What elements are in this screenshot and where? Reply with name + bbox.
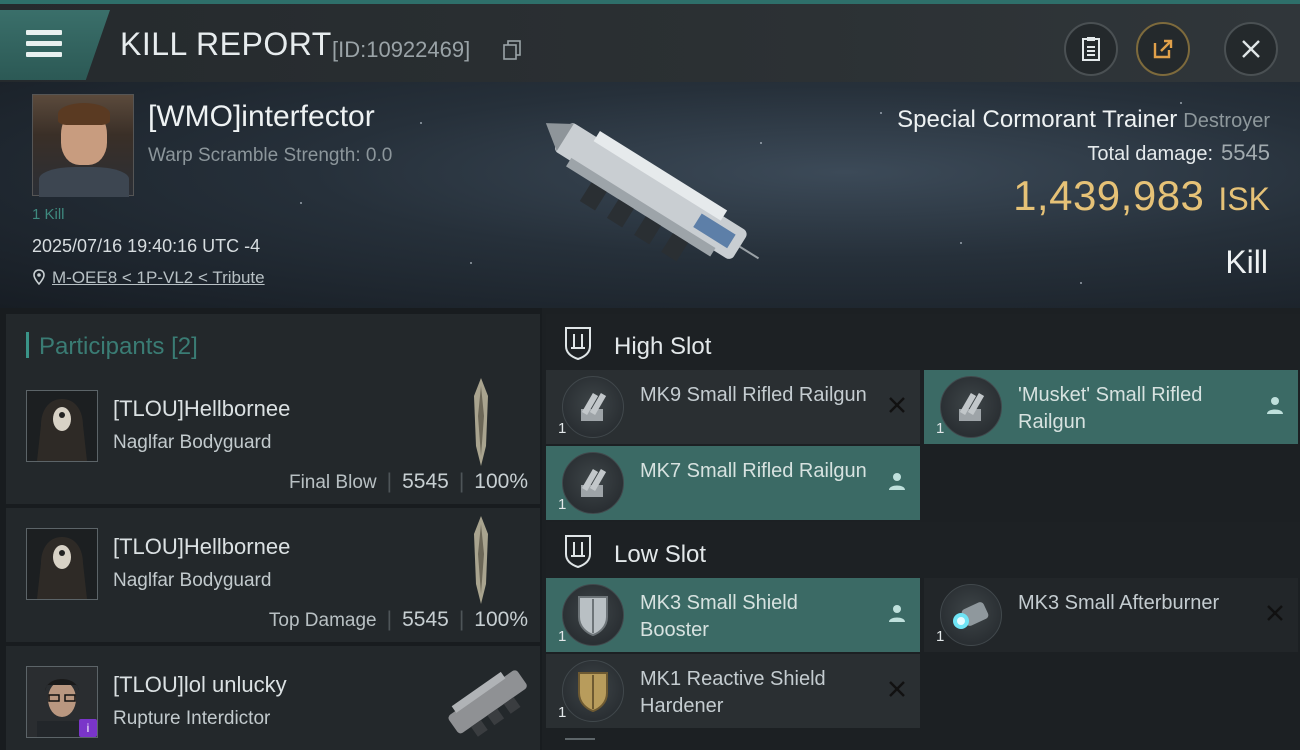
participant-ship: Naglfar Bodyguard [113,432,272,453]
participant-name: [TLOU]lol unlucky [113,672,287,697]
close-button[interactable] [1224,22,1278,76]
copy-icon[interactable] [503,40,521,60]
participant-ship: Rupture Interdictor [113,708,271,729]
participant-avatar [26,528,98,600]
info-badge-icon: i [79,719,97,737]
participant-avatar: i [26,666,98,738]
participant-ship-icon [448,670,527,737]
warp-scramble-strength: Warp Scramble Strength: 0.0 [148,145,393,166]
total-damage: Total damage: 5545 [1087,140,1270,165]
share-button[interactable] [1136,22,1190,76]
participant-ship-icon [474,516,488,604]
module-slot[interactable]: 1 MK3 Small Afterburner [924,578,1298,652]
participant-stats: Final Blow | 5545 | 100% [288,470,528,493]
close-icon [1242,40,1260,58]
destroyed-x-icon [1267,605,1283,621]
destroyed-x-icon [889,681,905,697]
module-name: 'Musket' Small Rifled Railgun [1018,384,1203,433]
participant-name: [TLOU]Hellbornee [113,534,291,559]
kill-result: Kill [1225,244,1268,280]
shield-booster-icon [562,584,624,646]
participant-row[interactable]: [TLOU]Hellbornee Naglfar Bodyguard Top D… [6,508,540,642]
participant-stats: Top Damage | 5545 | 100% [268,608,528,631]
clipboard-button[interactable] [1064,22,1118,76]
shield-hardener-icon [562,660,624,722]
next-section-hint [565,738,595,750]
module-slot[interactable]: 1 MK7 Small Rifled Railgun [546,446,920,520]
high-slot-header: High Slot [546,314,1300,370]
module-name: MK9 Small Rifled Railgun [640,384,867,406]
module-name: MK3 Small Shield Booster [640,592,798,641]
isk-value: 1,439,983 ISK [1013,172,1270,219]
report-id: [ID:10922469] [332,37,471,62]
railgun-icon [562,376,624,438]
participant-row[interactable]: i [TLOU]lol unlucky Rupture Interdictor [6,646,540,750]
module-name: MK3 Small Afterburner [1018,592,1220,614]
victim-name[interactable]: [WMO]interfector [148,100,375,134]
kill-datetime: 2025/07/16 19:40:16 UTC -4 [32,236,261,256]
fitting-panel: High Slot 1 MK9 Small Rifled Railgun 1 '… [542,308,1300,750]
participants-panel: Participants [2] [TLOU]Hellbornee Naglfa… [0,308,542,750]
module-name: MK1 Reactive Shield Hardener [640,668,826,717]
high-slot-icon [565,327,591,360]
header-bar: KILL REPORT [ID:10922469] [0,0,1300,82]
module-slot[interactable]: 1 MK9 Small Rifled Railgun [546,370,920,444]
ship-class: Destroyer [1183,110,1270,132]
clipboard-icon [1082,37,1100,61]
destroyed-x-icon [889,397,905,413]
railgun-icon [562,452,624,514]
page-title: KILL REPORT [120,26,332,62]
module-name: MK7 Small Rifled Railgun [640,460,867,482]
dropped-person-icon [889,473,905,490]
location-pin-icon [33,269,45,285]
low-slot-header: Low Slot [546,522,1300,578]
participant-row[interactable]: [TLOU]Hellbornee Naglfar Bodyguard Final… [6,370,540,504]
victim-ship-name[interactable]: Special Cormorant Trainer Destroyer [897,106,1270,134]
railgun-icon [940,376,1002,438]
victim-ship-image [545,123,760,262]
participant-avatar [26,390,98,462]
victim-portrait[interactable] [32,94,134,197]
participant-ship-icon [474,378,488,466]
kill-count: 1 Kill [32,206,65,223]
afterburner-icon [940,584,1002,646]
menu-button[interactable] [0,10,110,80]
module-slot[interactable]: 1 MK1 Reactive Shield Hardener [546,654,920,728]
module-slot[interactable]: 1 MK3 Small Shield Booster [546,578,920,652]
participants-header: Participants [2] [6,314,540,370]
dropped-person-icon [1267,397,1283,414]
location-link[interactable]: M-OEE8 < 1P-VL2 < Tribute [52,268,265,287]
participant-ship: Naglfar Bodyguard [113,570,272,591]
low-slot-icon [565,535,591,568]
dropped-person-icon [889,605,905,622]
hamburger-icon [26,30,62,60]
share-icon [1153,39,1173,59]
participant-name: [TLOU]Hellbornee [113,396,291,421]
kill-location[interactable]: M-OEE8 < 1P-VL2 < Tribute [32,268,265,288]
module-slot[interactable]: 1 'Musket' Small Rifled Railgun [924,370,1298,444]
